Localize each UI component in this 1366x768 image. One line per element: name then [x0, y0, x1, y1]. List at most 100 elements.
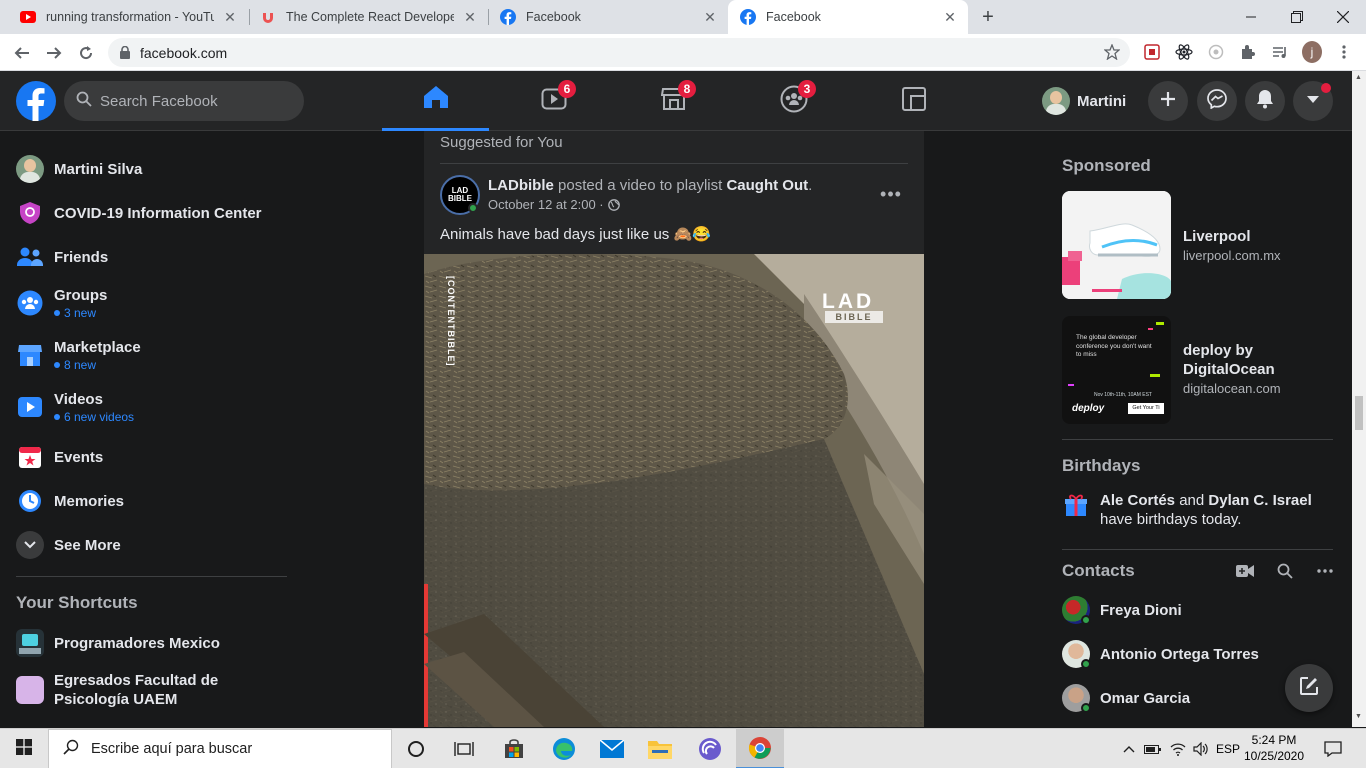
windows-taskbar: ESP 5:24 PM 10/25/2020	[0, 728, 1366, 768]
edge-browser-icon[interactable]	[540, 729, 588, 768]
shortcut-egresados-psicologia[interactable]: Egresados Facultad de Psicología UAEM	[8, 665, 290, 715]
new-message-button[interactable]	[1285, 664, 1333, 712]
mail-icon[interactable]	[588, 729, 636, 768]
sidebar-item-profile[interactable]: Martini Silva	[8, 147, 290, 191]
post-video[interactable]: LAD BIBLE [CONTENTBIBLE]	[424, 254, 924, 727]
sidebar-item-marketplace[interactable]: Marketplace 8 new	[8, 331, 290, 379]
notification-center-icon[interactable]	[1316, 729, 1350, 768]
battery-icon[interactable]	[1142, 729, 1164, 768]
volume-icon[interactable]	[1190, 729, 1212, 768]
sidebar-item-label: Martini Silva	[54, 160, 143, 178]
taskbar-search-input[interactable]	[91, 741, 381, 757]
playlist-link[interactable]: Caught Out	[726, 177, 808, 194]
scroll-up-icon[interactable]: ▲	[1355, 74, 1362, 81]
sidebar-item-see-more[interactable]: See More	[8, 523, 290, 567]
divider	[16, 576, 287, 577]
input-language[interactable]: ESP	[1214, 729, 1242, 768]
shortcut-programadores-mexico[interactable]: Programadores Mexico	[8, 621, 290, 665]
more-options-icon[interactable]	[1313, 559, 1337, 583]
contact-item[interactable]: Freya Dioni	[1062, 590, 1332, 630]
cortana-icon[interactable]	[392, 729, 440, 768]
task-view-icon[interactable]	[440, 729, 488, 768]
profile-avatar[interactable]: j	[1302, 41, 1322, 63]
tray-chevron-up-icon[interactable]	[1120, 729, 1138, 768]
facebook-icon	[740, 9, 756, 25]
system-clock[interactable]: 5:24 PM 10/25/2020	[1242, 732, 1306, 764]
new-count: 6 new videos	[64, 409, 135, 424]
sidebar-item-friends[interactable]: Friends	[8, 235, 290, 279]
online-indicator	[1081, 703, 1091, 713]
search-icon[interactable]	[1273, 559, 1297, 583]
contact-item[interactable]: Antonio Ortega Torres	[1062, 634, 1332, 674]
notifications-button[interactable]	[1245, 81, 1285, 121]
post-author-link[interactable]: LADbible	[488, 177, 554, 194]
close-icon[interactable]: ✕	[462, 9, 478, 25]
nav-tab-watch[interactable]: 6	[500, 71, 607, 131]
ad-image	[1062, 191, 1171, 299]
nav-tab-gaming[interactable]	[860, 71, 967, 131]
back-arrow-icon[interactable]	[9, 40, 35, 66]
browser-tab-youtube[interactable]: running transformation - YouTube ✕	[8, 0, 248, 34]
nav-tab-home[interactable]	[382, 71, 489, 131]
more-options-icon[interactable]: •••	[876, 179, 906, 209]
tab-title: Facebook	[526, 10, 581, 24]
ad-digitalocean[interactable]: The global developer conference you don'…	[1062, 316, 1332, 424]
birthday-name-2[interactable]: Dylan C. Israel	[1208, 492, 1311, 509]
account-menu-button[interactable]	[1293, 81, 1333, 121]
media-app-icon[interactable]	[686, 729, 734, 768]
create-button[interactable]	[1148, 81, 1188, 121]
shortcut-label: Egresados Facultad de Psicología UAEM	[54, 672, 219, 708]
address-bar[interactable]: facebook.com	[108, 38, 1130, 67]
extension-pocket-icon[interactable]	[1142, 42, 1162, 62]
bookmark-star-icon[interactable]	[1102, 42, 1122, 62]
plus-icon	[1160, 91, 1176, 112]
reload-icon[interactable]	[73, 40, 99, 66]
store-app-icon[interactable]	[490, 729, 538, 768]
profile-chip[interactable]: Martini	[1042, 83, 1126, 119]
chrome-menu-icon[interactable]	[1334, 42, 1354, 62]
wifi-icon[interactable]	[1167, 729, 1189, 768]
sidebar-item-memories[interactable]: Memories	[8, 479, 290, 523]
post-text: Animals have bad days just like us 🙈😂	[440, 226, 711, 243]
close-icon[interactable]: ✕	[942, 9, 958, 25]
birthday-name-1[interactable]: Ale Cortés	[1100, 492, 1175, 509]
nav-tab-marketplace[interactable]: 8	[620, 71, 727, 131]
browser-tab-facebook-active[interactable]: Facebook ✕	[728, 0, 968, 34]
search-input[interactable]	[100, 92, 280, 110]
scroll-down-icon[interactable]: ▼	[1355, 713, 1362, 720]
close-icon[interactable]: ✕	[702, 9, 718, 25]
media-queue-icon[interactable]	[1270, 42, 1290, 62]
video-side-text: [CONTENTBIBLE]	[446, 276, 456, 367]
taskbar-search[interactable]	[48, 729, 392, 768]
sidebar-item-groups[interactable]: Groups 3 new	[8, 279, 290, 327]
sidebar-item-covid[interactable]: COVID-19 Information Center	[8, 191, 290, 235]
birthday-notice[interactable]: Ale Cortés and Dylan C. Israel have birt…	[1062, 489, 1332, 529]
react-devtools-icon[interactable]	[1174, 42, 1194, 62]
sidebar-item-events[interactable]: Events	[8, 435, 290, 479]
close-icon[interactable]: ✕	[222, 9, 238, 25]
messenger-button[interactable]	[1197, 81, 1237, 121]
facebook-search[interactable]	[64, 81, 304, 121]
sidebar-item-sub: 6 new videos	[54, 410, 134, 424]
window-close-icon[interactable]	[1320, 0, 1366, 34]
nav-tab-groups[interactable]: 3	[740, 71, 847, 131]
extensions-puzzle-icon[interactable]	[1238, 42, 1258, 62]
scrollbar-thumb[interactable]	[1355, 396, 1363, 430]
forward-arrow-icon[interactable]	[41, 40, 67, 66]
page-scrollbar[interactable]: ▲ ▼	[1352, 71, 1366, 727]
extension-circle-icon[interactable]	[1206, 42, 1226, 62]
facebook-logo[interactable]	[16, 81, 56, 121]
start-button[interactable]	[0, 729, 48, 768]
chrome-app-icon[interactable]	[736, 729, 784, 768]
post-timestamp[interactable]: October 12 at 2:00 ·	[488, 197, 604, 212]
file-explorer-icon[interactable]	[636, 729, 684, 768]
new-room-video-icon[interactable]	[1233, 559, 1257, 583]
minimize-icon[interactable]	[1228, 0, 1274, 34]
browser-tab-facebook[interactable]: Facebook ✕	[488, 0, 728, 34]
ad-liverpool[interactable]: Liverpool liverpool.com.mx	[1062, 191, 1332, 299]
sidebar-item-videos[interactable]: Videos 6 new videos	[8, 383, 290, 431]
clock-date: 10/25/2020	[1243, 749, 1305, 763]
browser-tab-udemy[interactable]: The Complete React Developer C ✕	[248, 0, 488, 34]
new-tab-button[interactable]: +	[976, 5, 1000, 29]
restore-icon[interactable]	[1274, 0, 1320, 34]
